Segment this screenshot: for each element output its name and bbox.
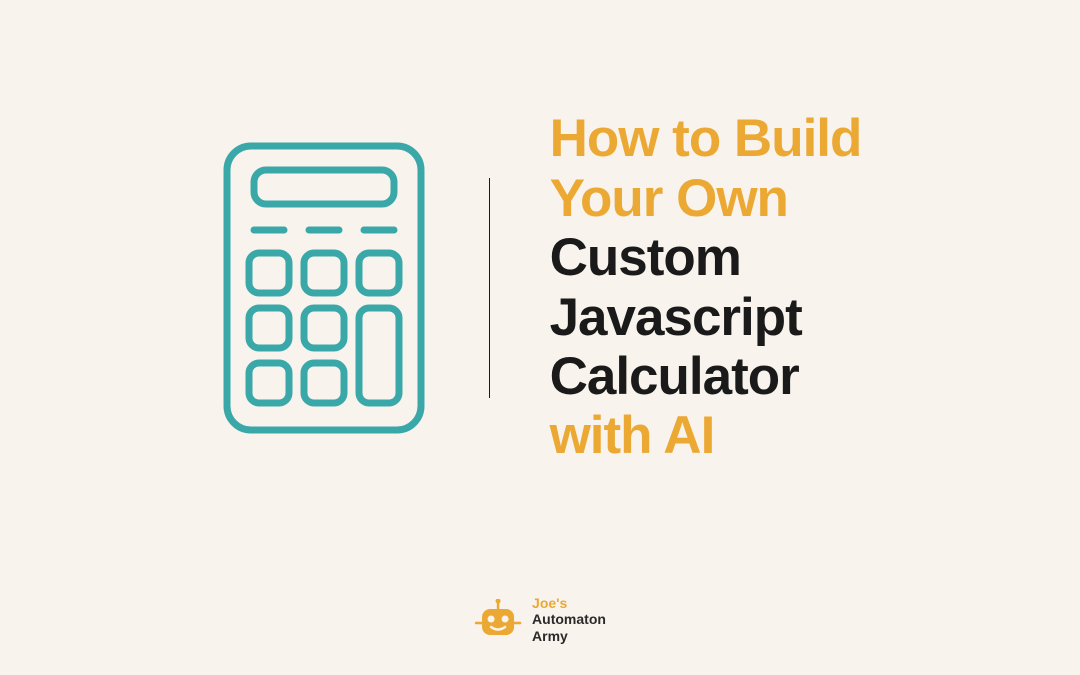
- title-line-6: with AI: [550, 406, 862, 465]
- calculator-icon: [219, 138, 429, 438]
- main-content: How to Build Your Own Custom Javascript …: [0, 0, 1080, 675]
- title-line-3: Custom: [550, 228, 862, 287]
- title-line-1: How to Build: [550, 109, 862, 168]
- title-line-2: Your Own: [550, 169, 862, 228]
- vertical-divider: [489, 178, 490, 398]
- page-title: How to Build Your Own Custom Javascript …: [550, 109, 862, 465]
- brand-logo: Joe's Automaton Army: [474, 595, 606, 645]
- robot-icon: [474, 599, 522, 641]
- logo-line-3: Army: [532, 628, 606, 645]
- icon-section: [219, 138, 429, 438]
- title-line-5: Calculator: [550, 347, 862, 406]
- logo-line-2: Automaton: [532, 611, 606, 628]
- logo-text: Joe's Automaton Army: [532, 595, 606, 645]
- title-line-4: Javascript: [550, 288, 862, 347]
- logo-line-1: Joe's: [532, 595, 606, 612]
- title-section: How to Build Your Own Custom Javascript …: [550, 109, 862, 465]
